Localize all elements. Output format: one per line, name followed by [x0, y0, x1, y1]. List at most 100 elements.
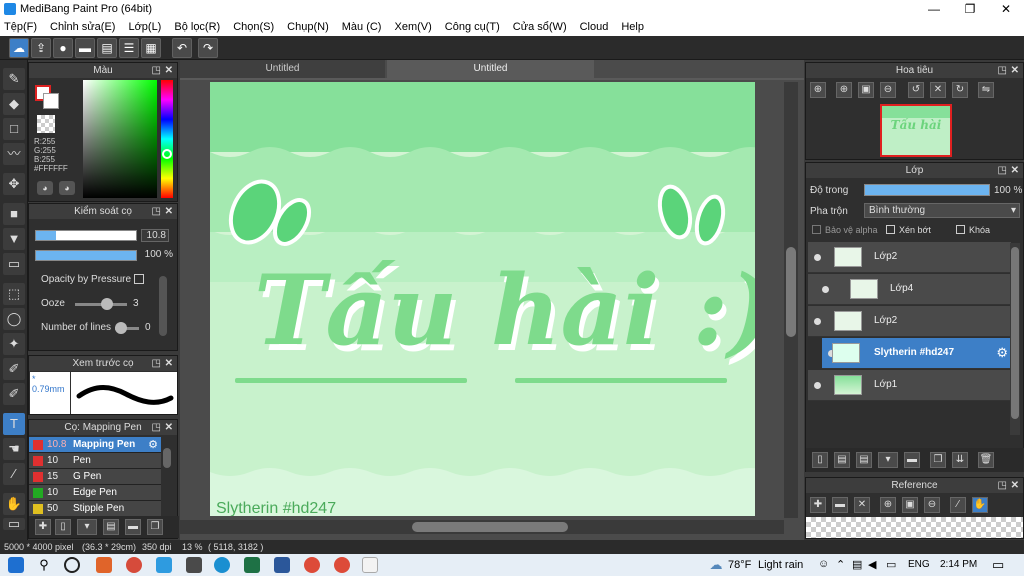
layer-opacity-slider[interactable] [864, 184, 990, 196]
eraser-tool-icon[interactable]: ◆ [3, 93, 25, 115]
layer-row[interactable]: Lớp2 [808, 242, 1011, 273]
desktop-app-icon[interactable] [156, 557, 172, 573]
panel-close-icon[interactable]: ✕ [165, 63, 173, 78]
volume-icon[interactable]: ◀ [868, 558, 876, 571]
background-color-swatch[interactable] [43, 93, 59, 109]
hue-slider[interactable] [161, 80, 173, 198]
palette-icon[interactable]: ◕ [37, 181, 53, 195]
menu-window[interactable]: Cửa sổ(W) [513, 21, 567, 33]
zoom-out-icon[interactable]: ⊖ [880, 82, 896, 98]
medibang-app-icon[interactable] [362, 557, 378, 573]
drawing-canvas[interactable]: Tấu hài :)) Tấu hài :)) Slytherin #hd247 [210, 82, 755, 516]
merge-layer-icon[interactable]: ⇊ [952, 452, 968, 468]
clock[interactable]: 2:14 PM [940, 559, 977, 570]
rotate-left-icon[interactable]: ↺ [908, 82, 924, 98]
zoom-plus-icon[interactable]: ⊕ [836, 82, 852, 98]
powerpoint-app-icon[interactable] [96, 557, 112, 573]
reference-hand-icon[interactable]: ✋ [972, 497, 988, 513]
reference-zoom-out-icon[interactable]: ⊖ [924, 497, 940, 513]
battery-icon[interactable]: ▭ [886, 558, 896, 571]
brush-control-scrollbar[interactable] [159, 276, 167, 336]
menu-layer[interactable]: Lớp(L) [128, 21, 161, 33]
layer-add-menu-icon[interactable]: ▾ [878, 452, 898, 468]
panel-close-icon[interactable]: ✕ [165, 356, 173, 371]
new-layer-icon[interactable]: ▯ [812, 452, 828, 468]
reference-add-icon[interactable]: ✚ [810, 497, 826, 513]
eyedropper-tool-icon[interactable]: ⁄ [3, 463, 25, 485]
undock-icon[interactable]: ◳ [998, 163, 1007, 178]
brush-list-item[interactable]: 10 Edge Pen [29, 485, 161, 501]
menu-snap[interactable]: Chụp(N) [287, 21, 329, 33]
page-icon[interactable]: ▤ [97, 38, 117, 58]
undock-icon[interactable]: ◳ [152, 63, 161, 78]
brush-list-item[interactable]: 50 Stipple Pen [29, 501, 161, 517]
people-icon[interactable]: ☺ [818, 558, 829, 570]
menu-tools[interactable]: Công cụ(T) [445, 21, 500, 33]
ooze-handle[interactable] [101, 298, 113, 310]
navigator-thumbnail[interactable]: Tấu hài [880, 104, 952, 157]
menu-view[interactable]: Xem(V) [394, 21, 431, 33]
brush-folder-icon[interactable]: ▬ [125, 519, 141, 535]
chat-icon[interactable]: ▬ [75, 38, 95, 58]
select-eraser-icon[interactable]: ✐ [3, 383, 25, 405]
fill-rect-tool-icon[interactable]: ■ [3, 203, 25, 225]
network-icon[interactable]: ▤ [852, 558, 862, 571]
reference-zoom-in-icon[interactable]: ⊕ [880, 497, 896, 513]
zoom-in-icon[interactable]: ⊕ [810, 82, 826, 98]
brush-opacity-slider[interactable] [35, 250, 137, 261]
list-icon[interactable]: ☰ [119, 38, 139, 58]
canvas-hscrollbar[interactable] [180, 520, 784, 534]
duplicate-layer-icon[interactable]: ❐ [930, 452, 946, 468]
layer-scrollbar[interactable] [1010, 243, 1020, 435]
menu-edit[interactable]: Chỉnh sửa(E) [50, 21, 115, 33]
rectangle-tool-icon[interactable]: □ [3, 118, 25, 140]
grid-icon[interactable]: ▦ [141, 38, 161, 58]
layer-row[interactable]: Slytherin #hd247 ⚙ [822, 338, 1011, 369]
delete-layer-icon[interactable]: 🗑 [978, 452, 994, 468]
notification-icon[interactable]: ▭ [992, 557, 1004, 573]
brush-size-value[interactable]: 10.8 [141, 229, 169, 242]
brush-duplicate-icon[interactable]: ❐ [147, 519, 163, 535]
add-brush-icon[interactable]: ✚ [35, 519, 51, 535]
reference-open-icon[interactable]: ▬ [832, 497, 848, 513]
lock-checkbox[interactable] [956, 225, 965, 234]
saturation-value-picker[interactable] [83, 80, 157, 198]
rotate-right-icon[interactable]: ↻ [952, 82, 968, 98]
brush-list-scrollbar[interactable] [163, 448, 171, 468]
minimize-button[interactable]: — [916, 0, 952, 18]
weather-text[interactable]: Light rain [758, 559, 803, 571]
menu-filter[interactable]: Bộ lọc(R) [174, 21, 220, 33]
undock-icon[interactable]: ◳ [152, 204, 161, 219]
undock-icon[interactable]: ◳ [998, 478, 1007, 493]
brush-list-item[interactable]: 10 Pen [29, 453, 161, 469]
comment-icon[interactable]: ● [53, 38, 73, 58]
maximize-button[interactable]: ❐ [952, 0, 988, 18]
gear-icon[interactable]: ⚙ [148, 438, 158, 451]
gradient-tool-icon[interactable]: ▭ [3, 253, 25, 275]
move-tool-icon[interactable]: ✥ [3, 173, 25, 195]
files-app-icon[interactable] [186, 557, 202, 573]
reference-close-icon[interactable]: ✕ [854, 497, 870, 513]
menu-cloud[interactable]: Cloud [580, 21, 609, 33]
undo-icon[interactable]: ↶ [172, 38, 192, 58]
gear-icon[interactable]: ⚙ [996, 345, 1008, 361]
layer-row[interactable]: Lớp1 [808, 370, 1011, 401]
new-8bit-layer-icon[interactable]: ▤ [856, 452, 872, 468]
brush-list-item[interactable]: 15 G Pen [29, 469, 161, 485]
zoom-tool-icon[interactable]: ▭ [3, 517, 25, 530]
magic-wand-icon[interactable]: ✦ [3, 333, 25, 355]
opacity-pressure-checkbox[interactable] [134, 274, 144, 284]
cloud-icon[interactable]: ☁ [9, 38, 29, 58]
color-history-icon[interactable]: ◕ [59, 181, 75, 195]
menu-select[interactable]: Chọn(S) [233, 21, 274, 33]
lasso-tool-icon[interactable]: ◯ [3, 308, 25, 330]
upload-icon[interactable]: ⇪ [31, 38, 51, 58]
hand-tool-icon[interactable]: ✋ [3, 493, 25, 515]
brush-settings-icon[interactable]: ▤ [103, 519, 119, 535]
select-pen-icon[interactable]: ✐ [3, 358, 25, 380]
word-app-icon[interactable] [274, 557, 290, 573]
chrome-app-icon[interactable] [126, 557, 142, 573]
text-tool-icon[interactable]: T [3, 413, 25, 435]
undock-icon[interactable]: ◳ [152, 420, 161, 435]
hue-handle[interactable] [162, 149, 172, 159]
